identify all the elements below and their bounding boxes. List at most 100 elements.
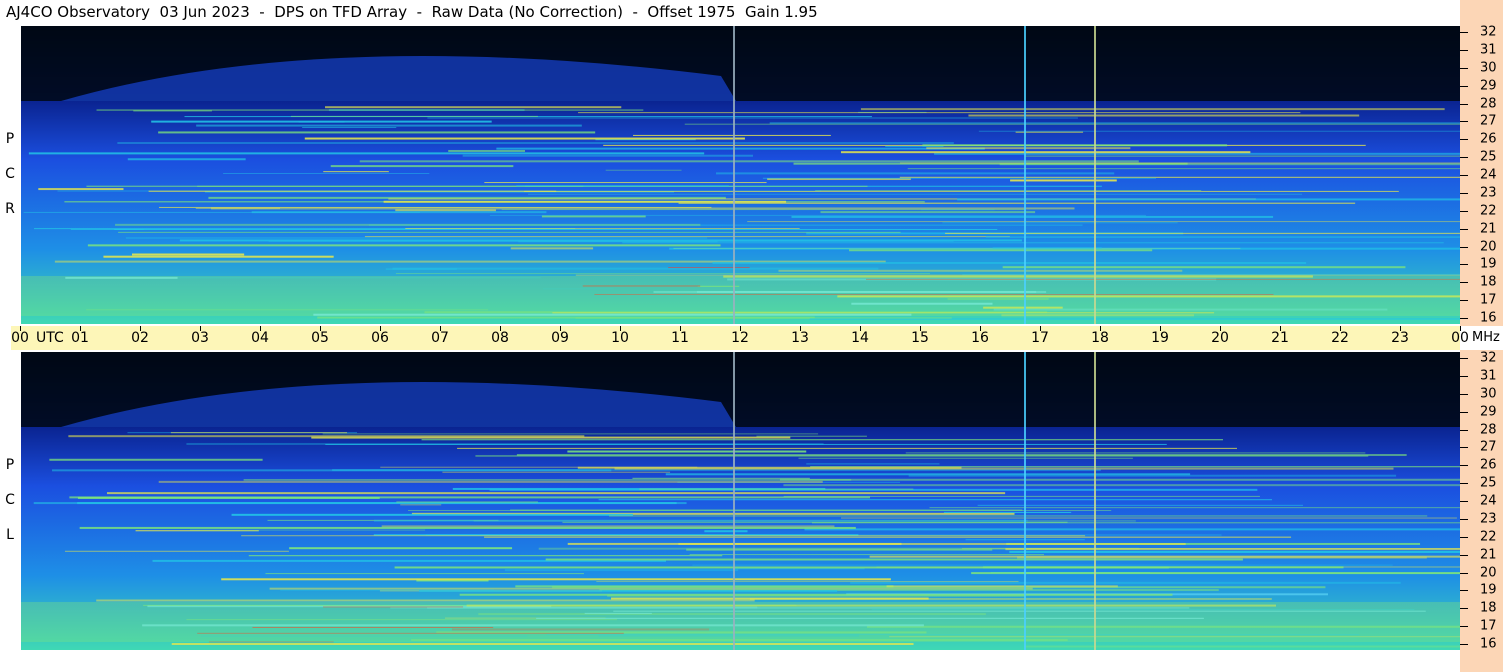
rcp-freq-tick-mark xyxy=(1460,157,1468,159)
time-tick-mark xyxy=(380,326,381,331)
time-tick-mark xyxy=(860,326,861,331)
time-tick-mark xyxy=(800,326,801,331)
interference-line xyxy=(632,477,810,479)
interference-line xyxy=(68,435,585,438)
interference-line xyxy=(798,457,1133,459)
time-tick-label: 16 xyxy=(971,330,989,346)
interference-line xyxy=(791,215,1274,218)
time-tick-mark xyxy=(1400,326,1401,331)
time-tick-label: 17 xyxy=(1031,330,1049,346)
interference-line xyxy=(400,504,442,506)
time-tick-label: 01 xyxy=(71,330,89,346)
interference-line xyxy=(945,232,1460,234)
time-tick-mark xyxy=(1160,326,1161,331)
interference-line xyxy=(712,261,1307,264)
interference-line xyxy=(575,274,1460,276)
time-tick-mark xyxy=(560,326,561,331)
interference-line xyxy=(421,439,1223,441)
rcp-freq-tick-label: 17 xyxy=(1480,292,1497,308)
interference-line xyxy=(977,504,1303,506)
interference-line xyxy=(1009,550,1460,553)
time-tick-mark xyxy=(200,326,201,331)
interference-line xyxy=(545,558,1243,561)
interference-line xyxy=(528,193,1303,195)
interference-line xyxy=(762,177,1156,179)
lcp-freq-tick-mark xyxy=(1460,429,1468,431)
lcp-freq-tick-label: 26 xyxy=(1480,457,1497,473)
rcp-freq-tick-label: 29 xyxy=(1480,78,1497,94)
lcp-freq-tick-mark xyxy=(1460,375,1468,377)
interference-line xyxy=(778,269,1183,272)
interference-line xyxy=(779,478,1460,481)
interference-line xyxy=(609,515,1428,517)
lcp-freq-tick-mark xyxy=(1460,465,1468,467)
interference-line xyxy=(820,211,1036,214)
rcp-freq-tick-label: 27 xyxy=(1480,113,1497,129)
time-tick-mark xyxy=(260,326,261,331)
interference-line xyxy=(783,484,1460,487)
interference-line xyxy=(598,499,1272,501)
interference-line xyxy=(510,509,1023,511)
interference-line xyxy=(304,137,745,140)
chart-title: AJ4CO Observatory 03 Jun 2023 - DPS on T… xyxy=(6,3,818,21)
time-tick-mark xyxy=(620,326,621,331)
lcp-freq-tick-mark xyxy=(1460,518,1468,520)
interference-line xyxy=(330,165,514,168)
rcp-freq-tick-label: 30 xyxy=(1480,60,1497,76)
interference-line xyxy=(179,239,1022,242)
lcp-freq-tick-label: 18 xyxy=(1480,600,1497,616)
interference-line xyxy=(196,124,582,127)
rcp-freq-tick-mark xyxy=(1460,264,1468,266)
lcp-freq-tick-label: 22 xyxy=(1480,529,1497,545)
interference-line xyxy=(811,522,1460,524)
rcp-freq-tick-mark xyxy=(1460,246,1468,248)
time-tick-mark xyxy=(500,326,501,331)
interference-line xyxy=(170,432,348,434)
interference-line xyxy=(221,578,891,581)
vertical-marker-line xyxy=(1094,352,1096,650)
time-tick-mark xyxy=(1040,326,1041,331)
interference-line xyxy=(639,488,914,490)
rcp-freq-tick-mark xyxy=(1460,300,1468,302)
interference-line xyxy=(383,200,787,203)
interference-line xyxy=(317,316,815,319)
rcp-freq-tick-label: 24 xyxy=(1480,167,1497,183)
rcp-freq-tick-label: 22 xyxy=(1480,203,1497,219)
time-tick-mark xyxy=(20,326,21,331)
time-tick-label: 03 xyxy=(191,330,209,346)
interference-line xyxy=(692,564,1393,566)
interference-line xyxy=(52,469,612,472)
interference-line xyxy=(457,447,1237,449)
rcp-label: P C R xyxy=(0,26,20,324)
low-frequency-band xyxy=(21,276,1460,316)
rcp-freq-tick-label: 18 xyxy=(1480,274,1497,290)
time-tick-label: 15 xyxy=(911,330,929,346)
time-tick-label: 19 xyxy=(1151,330,1169,346)
interference-line xyxy=(243,479,852,481)
rcp-freq-tick-mark xyxy=(1460,67,1468,69)
interference-line xyxy=(364,236,1010,238)
rcp-freq-tick-label: 26 xyxy=(1480,131,1497,147)
lcp-freq-tick-label: 25 xyxy=(1480,475,1497,491)
time-tick-mark xyxy=(80,326,81,331)
time-tick-mark xyxy=(320,326,321,331)
interference-line xyxy=(860,108,1445,111)
interference-line xyxy=(1024,645,1460,648)
lcp-freq-tick-mark xyxy=(1460,447,1468,449)
interference-line xyxy=(515,585,894,588)
lcp-freq-tick-mark xyxy=(1460,536,1468,538)
rcp-freq-tick-label: 23 xyxy=(1480,185,1497,201)
interference-line xyxy=(475,455,1369,457)
time-tick-label: 00 xyxy=(11,330,29,346)
time-tick-label: 14 xyxy=(851,330,869,346)
rcp-spectrogram-image xyxy=(21,26,1460,324)
interference-line xyxy=(114,229,998,231)
time-tick-label: 22 xyxy=(1331,330,1349,346)
rcp-freq-tick-label: 25 xyxy=(1480,149,1497,165)
interference-line xyxy=(195,207,281,209)
time-tick-label: 09 xyxy=(551,330,569,346)
lcp-spectrogram-image xyxy=(21,352,1460,650)
lcp-freq-tick-mark xyxy=(1460,626,1468,628)
time-tick-label: 11 xyxy=(671,330,689,346)
interference-line xyxy=(151,120,492,123)
